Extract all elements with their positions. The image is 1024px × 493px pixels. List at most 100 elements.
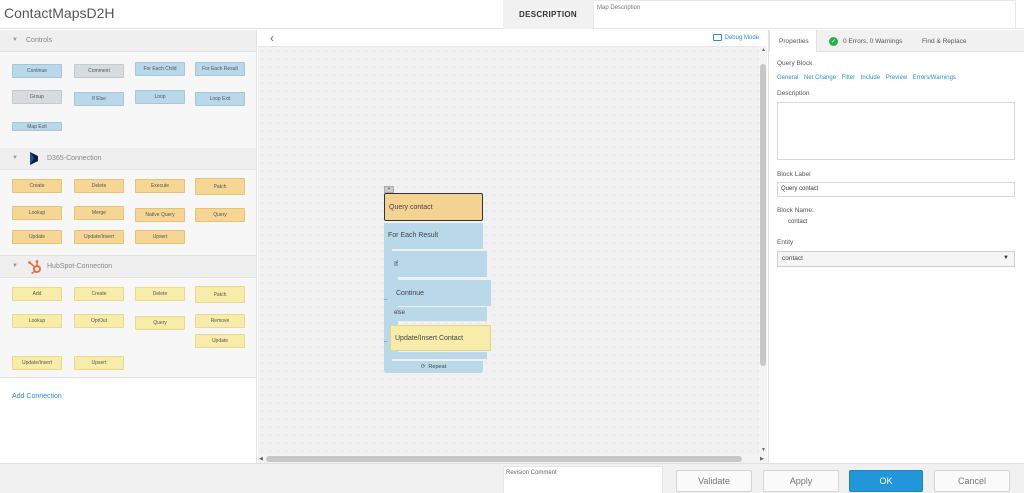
collapse-arrow-icon[interactable]: ▼ [12, 155, 18, 161]
palette-block[interactable]: Update [195, 334, 245, 348]
palette-block[interactable]: Merge [74, 206, 124, 220]
flow-block-continue[interactable]: Continue [392, 280, 491, 306]
palette-section-hubspot[interactable]: ▼ HubSpot-Connection [0, 256, 256, 278]
repeat-icon: ⟳ [420, 364, 426, 370]
debug-mode-button[interactable]: Debug Mode [712, 34, 759, 41]
ok-button[interactable]: OK [849, 470, 923, 492]
link-general[interactable]: General [777, 75, 798, 81]
map-description-input[interactable]: Map Description [593, 0, 1016, 29]
caret-down-icon: ▼ [1003, 255, 1009, 261]
palette-block[interactable]: Remove [195, 314, 245, 328]
scrollbar-thumb[interactable] [266, 456, 742, 462]
flow-block-label: If [394, 261, 398, 268]
expand-icon[interactable]: + [384, 186, 394, 193]
entity-label: Entity [777, 239, 794, 246]
block-type-label: Query Block [777, 60, 813, 67]
block-name-value: contact [788, 219, 808, 225]
palette-block[interactable]: Patch [195, 178, 245, 195]
palette-block[interactable]: Delete [74, 179, 124, 193]
flow-block-label: Repeat [428, 364, 447, 370]
flow-block-query[interactable]: Query contact [384, 193, 483, 221]
flow-block-label: else [394, 310, 406, 316]
palette-block[interactable]: Group [12, 90, 62, 104]
palette-block[interactable]: Lookup [12, 206, 62, 220]
palette-block[interactable]: Update/Insert [74, 230, 124, 244]
map-editor-window: ContactMapsD2H DESCRIPTION Map Descripti… [0, 0, 1024, 493]
palette-section-controls[interactable]: ▼ Controls [0, 30, 256, 52]
link-preview[interactable]: Preview [886, 75, 907, 81]
flow-canvas[interactable]: + Query contact For Each Result If Conti… [258, 46, 759, 455]
palette-block[interactable]: Update [12, 230, 62, 244]
palette-block[interactable]: If Else [74, 92, 124, 106]
scroll-right-icon[interactable]: ▶ [760, 456, 764, 462]
entity-select[interactable]: contact ▼ [777, 251, 1015, 267]
chevron-left-icon[interactable]: ‹ [270, 31, 274, 45]
collapse-icon[interactable]: – [384, 297, 390, 303]
palette-block[interactable]: Execute [135, 179, 185, 193]
header-bar: ContactMapsD2H DESCRIPTION Map Descripti… [0, 0, 1024, 29]
palette-block[interactable]: Loop Exit [195, 92, 245, 106]
tab-label: 0 Errors, 0 Warnings [843, 37, 903, 45]
flow-block-update-insert[interactable]: Update/Insert Contact [390, 325, 491, 351]
dynamics-logo-icon [30, 152, 38, 165]
flow-block-if[interactable]: If [390, 251, 487, 277]
map-title: ContactMapsD2H [4, 5, 115, 21]
tab-errors-warnings[interactable]: ✓ 0 Errors, 0 Warnings [829, 30, 915, 52]
hubspot-logo-icon [28, 260, 41, 275]
d365-blocks: Create Delete Execute Patch Lookup Merge… [0, 170, 256, 256]
palette-block[interactable]: Update/Insert [12, 356, 62, 370]
cancel-button[interactable]: Cancel [934, 470, 1010, 492]
flow-block-label: For Each Result [388, 232, 439, 239]
palette-block[interactable]: Lookup [12, 314, 62, 328]
scroll-left-icon[interactable]: ◀ [259, 456, 263, 462]
link-net-change[interactable]: Net Change [804, 75, 836, 81]
scroll-down-icon[interactable]: ▼ [761, 447, 766, 453]
properties-panel: Properties ✓ 0 Errors, 0 Warnings Find &… [768, 30, 1024, 463]
scroll-up-icon[interactable]: ▲ [761, 47, 766, 53]
tab-properties[interactable]: Properties [769, 30, 817, 52]
palette-block[interactable]: Query [135, 316, 185, 330]
collapse-icon[interactable]: – [384, 339, 390, 345]
flow-if-footer [390, 352, 487, 359]
tab-find-replace[interactable]: Find & Replace [922, 30, 992, 52]
section-title: D365-Connection [47, 155, 102, 162]
collapse-arrow-icon[interactable]: ▼ [12, 263, 18, 269]
palette-block[interactable]: OptOut [74, 314, 124, 328]
palette-block[interactable]: Upsert [135, 230, 185, 244]
palette-block[interactable]: Create [74, 287, 124, 301]
palette-block[interactable]: For Each Child [135, 62, 185, 76]
palette-block[interactable]: For Each Result [195, 62, 245, 76]
palette-block[interactable]: Comment [74, 64, 124, 78]
validate-button[interactable]: Validate [676, 470, 752, 492]
block-label-input[interactable]: Query contact [777, 182, 1015, 197]
flow-block-label: Query contact [389, 204, 433, 211]
description-label: Description [777, 90, 810, 97]
palette-block[interactable]: Patch [195, 286, 245, 303]
palette-block[interactable]: Loop [135, 90, 185, 104]
link-filter[interactable]: Filter [842, 75, 855, 81]
canvas-horizontal-scrollbar[interactable]: ◀ ▶ [258, 455, 767, 463]
palette-block[interactable]: Add [12, 287, 62, 301]
palette-section-d365[interactable]: ▼ D365-Connection [0, 148, 256, 170]
canvas-vertical-scrollbar[interactable]: ▲ ▼ [759, 46, 767, 455]
flow-block-else[interactable]: else [390, 307, 487, 321]
palette-block[interactable]: Query [195, 208, 245, 222]
link-include[interactable]: Include [861, 75, 880, 81]
palette-block[interactable]: Create [12, 179, 62, 193]
flow-block-repeat[interactable]: ⟳ Repeat [384, 361, 483, 373]
description-textarea[interactable] [777, 102, 1015, 160]
palette-block[interactable]: Map Exit [12, 122, 62, 131]
collapse-arrow-icon[interactable]: ▼ [12, 37, 18, 43]
palette-block[interactable]: Continue [12, 64, 62, 78]
palette-block[interactable]: Delete [135, 287, 185, 301]
revision-comment-input[interactable]: Revision Comment [503, 466, 663, 493]
palette-block[interactable]: Upsert [74, 356, 124, 370]
palette-block[interactable]: Native Query [135, 208, 185, 222]
apply-button[interactable]: Apply [763, 470, 839, 492]
scrollbar-thumb[interactable] [760, 64, 766, 366]
flow-block-for-each[interactable]: For Each Result [384, 223, 483, 249]
controls-blocks: Continue Comment For Each Child For Each… [0, 52, 256, 151]
link-errors-warnings[interactable]: Errors/Warnings [913, 75, 956, 81]
description-label: DESCRIPTION [503, 0, 593, 29]
add-connection-link[interactable]: Add Connection [12, 393, 62, 400]
